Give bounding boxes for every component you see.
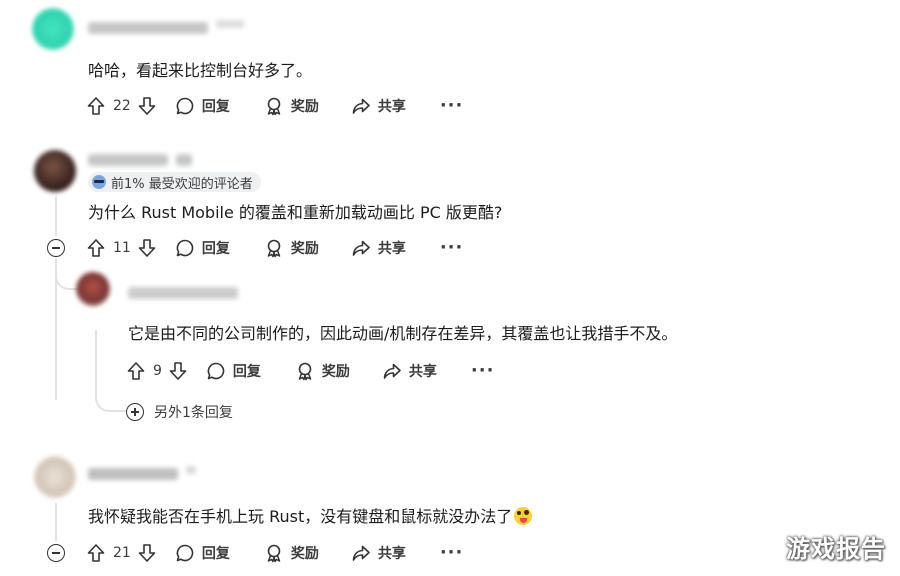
- share-button[interactable]: 共享: [351, 543, 406, 563]
- upvote-button[interactable]: [86, 543, 106, 563]
- share-label: 共享: [377, 546, 406, 562]
- upvote-icon: [126, 361, 146, 381]
- more-options-button[interactable]: ···: [440, 544, 464, 562]
- reply-text: 它是由不同的公司制作的，因此动画/机制存在差异，其覆盖也让我措手不及。: [128, 324, 678, 343]
- badge-label: 前1% 最受欢迎的评论者: [111, 176, 253, 192]
- award-button[interactable]: 奖励: [264, 543, 319, 563]
- minus-icon: [52, 247, 60, 249]
- downvote-icon: [168, 361, 188, 381]
- share-label: 共享: [408, 364, 437, 380]
- flair-blurred: [176, 154, 192, 166]
- avatar[interactable]: [34, 456, 76, 498]
- award-icon: [264, 543, 284, 563]
- avatar[interactable]: [32, 8, 74, 50]
- collapse-thread-button[interactable]: [47, 239, 65, 257]
- username-blurred[interactable]: [88, 154, 168, 166]
- avatar[interactable]: [34, 150, 76, 192]
- comment-actions: 22 回复 奖励 共享 ···: [86, 94, 463, 118]
- plus-circle-icon: [126, 403, 144, 421]
- avatar[interactable]: [76, 272, 110, 306]
- award-label: 奖励: [290, 546, 319, 562]
- downvote-button[interactable]: [168, 361, 188, 381]
- award-button[interactable]: 奖励: [295, 361, 350, 381]
- downvote-icon: [137, 238, 157, 258]
- more-replies-button[interactable]: 另外1条回复: [126, 402, 233, 422]
- upvote-button[interactable]: [126, 361, 146, 381]
- comment-text: 哈哈，看起来比控制台好多了。: [88, 61, 313, 80]
- share-icon: [351, 238, 371, 258]
- reply-actions: 9 回复 奖励 共享 ···: [126, 359, 494, 383]
- minus-icon: [52, 552, 60, 554]
- watermark: 游戏报告: [786, 535, 886, 563]
- upvote-button[interactable]: [86, 96, 106, 116]
- comment-bubble-icon: [175, 238, 195, 258]
- username-blurred[interactable]: [88, 468, 178, 480]
- more-options-button[interactable]: ···: [440, 239, 464, 257]
- reply-button[interactable]: 回复: [206, 361, 261, 381]
- vote-count: 11: [113, 240, 131, 256]
- award-button[interactable]: 奖励: [264, 238, 319, 258]
- sunglasses-icon: [92, 175, 106, 189]
- upvote-button[interactable]: [86, 238, 106, 258]
- award-icon: [264, 96, 284, 116]
- reply-button[interactable]: 回复: [175, 96, 230, 116]
- upvote-icon: [86, 238, 106, 258]
- comment-bubble-icon: [175, 96, 195, 116]
- reply-button[interactable]: 回复: [175, 543, 230, 563]
- reply-label: 回复: [201, 99, 230, 115]
- more-options-button[interactable]: ···: [440, 97, 464, 115]
- vote-count: 22: [113, 98, 131, 114]
- award-label: 奖励: [290, 241, 319, 257]
- share-label: 共享: [377, 99, 406, 115]
- top-commenter-badge: 前1% 最受欢迎的评论者: [88, 172, 261, 192]
- share-icon: [382, 361, 402, 381]
- award-label: 奖励: [321, 364, 350, 380]
- collapse-thread-button[interactable]: [47, 544, 65, 562]
- reply-button[interactable]: 回复: [175, 238, 230, 258]
- downvote-button[interactable]: [137, 238, 157, 258]
- thread-line-curve: [95, 330, 127, 412]
- upvote-icon: [86, 543, 106, 563]
- comment-bubble-icon: [206, 361, 226, 381]
- award-button[interactable]: 奖励: [264, 96, 319, 116]
- reply-label: 回复: [232, 364, 261, 380]
- reply-label: 回复: [201, 546, 230, 562]
- thread-line: [55, 503, 57, 541]
- timestamp-blurred: [186, 466, 196, 474]
- crazy-face-emoji-icon: [514, 507, 533, 525]
- vote-count: 9: [153, 363, 162, 379]
- more-replies-label: 另外1条回复: [154, 405, 233, 421]
- comment-actions: 11 回复 奖励 共享 ···: [86, 236, 463, 260]
- comment-text: 为什么 Rust Mobile 的覆盖和重新加载动画比 PC 版更酷?: [88, 203, 503, 222]
- share-icon: [351, 96, 371, 116]
- share-icon: [351, 543, 371, 563]
- comment-bubble-icon: [175, 543, 195, 563]
- reply-label: 回复: [201, 241, 230, 257]
- downvote-icon: [137, 543, 157, 563]
- downvote-button[interactable]: [137, 96, 157, 116]
- share-label: 共享: [377, 241, 406, 257]
- vote-count: 21: [113, 545, 131, 561]
- comment-text: 我怀疑我能否在手机上玩 Rust，没有键盘和鼠标就没办法了: [88, 506, 533, 528]
- downvote-icon: [137, 96, 157, 116]
- comment-text-content: 我怀疑我能否在手机上玩 Rust，没有键盘和鼠标就没办法了: [88, 507, 513, 526]
- comment-actions: 21 回复 奖励 共享 ···: [86, 541, 463, 565]
- share-button[interactable]: 共享: [382, 361, 437, 381]
- share-button[interactable]: 共享: [351, 96, 406, 116]
- username-blurred[interactable]: [88, 22, 208, 34]
- share-button[interactable]: 共享: [351, 238, 406, 258]
- downvote-button[interactable]: [137, 543, 157, 563]
- award-label: 奖励: [290, 99, 319, 115]
- timestamp-blurred: [216, 20, 244, 28]
- more-options-button[interactable]: ···: [471, 362, 495, 380]
- award-icon: [295, 361, 315, 381]
- award-icon: [264, 238, 284, 258]
- upvote-icon: [86, 96, 106, 116]
- username-blurred[interactable]: [128, 287, 238, 299]
- thread-line: [55, 196, 57, 236]
